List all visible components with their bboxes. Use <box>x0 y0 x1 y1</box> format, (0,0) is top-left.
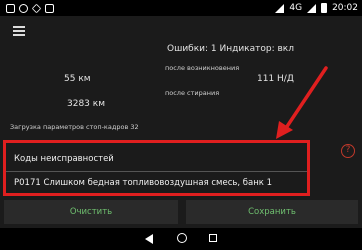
fault-codes-title: Коды неисправностей <box>14 154 114 164</box>
nd-value: 111 Н/Д <box>257 74 294 84</box>
navigation-bar <box>0 228 362 250</box>
home-icon[interactable] <box>177 233 187 243</box>
status-bar: 4G 20:02 <box>0 0 362 16</box>
signal-icon <box>307 3 317 13</box>
play-icon <box>31 3 42 13</box>
recent-apps-icon[interactable] <box>209 234 217 242</box>
divider <box>6 171 307 172</box>
wifi-icon <box>275 3 285 13</box>
shield-icon <box>45 3 54 13</box>
distance-after-clear: 3283 км <box>67 99 105 109</box>
fault-codes-panel: Коды неисправностей P0171 Слишком бедная… <box>3 140 310 196</box>
status-icons <box>0 3 54 13</box>
clock: 20:02 <box>332 3 358 13</box>
distance-after-occurrence: 55 км <box>64 74 91 84</box>
back-icon[interactable] <box>145 234 153 244</box>
network-type: 4G <box>289 3 303 13</box>
app-bar <box>0 16 362 44</box>
after-occurrence-label: после возникновения <box>165 64 240 72</box>
save-button[interactable]: Сохранить <box>186 200 358 224</box>
help-icon[interactable]: ? <box>341 144 355 158</box>
status-right: 4G 20:02 <box>275 0 358 16</box>
errors-indicator-text: Ошибки: 1 Индикатор: вкл <box>167 44 294 54</box>
battery-icon <box>321 3 328 13</box>
clear-button[interactable]: Очистить <box>4 200 178 224</box>
freeze-frame-text: Загрузка параметров стоп-кадров 32 <box>10 123 139 131</box>
notification-icon <box>6 3 15 13</box>
menu-icon[interactable] <box>13 26 25 36</box>
after-clear-label: после стирания <box>165 89 220 97</box>
gear-icon <box>19 3 28 13</box>
fault-code-item[interactable]: P0171 Слишком бедная топливовоздушная см… <box>14 178 272 188</box>
